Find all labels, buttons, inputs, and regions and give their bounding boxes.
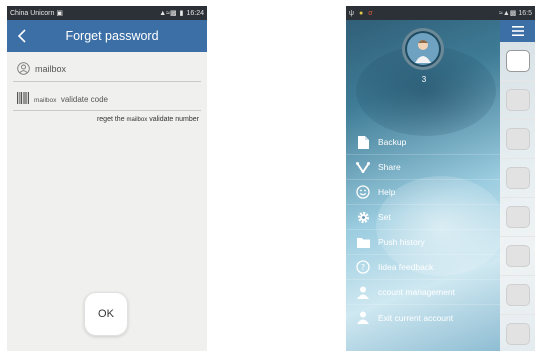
device-thumbnail-icon (505, 245, 530, 267)
usb-icon: ψ (349, 9, 354, 17)
list-item[interactable] (500, 276, 535, 315)
device-thumbnail-icon (505, 50, 530, 72)
share-icon (356, 160, 370, 174)
user-name: 3 (421, 75, 427, 84)
menu-item-share[interactable]: Share (346, 155, 500, 180)
folder-icon (356, 235, 370, 249)
svg-text:?: ? (361, 263, 365, 272)
menu-toggle-button[interactable] (500, 20, 535, 42)
menu-item-account-management[interactable]: ccount management (346, 280, 500, 305)
list-item[interactable] (500, 159, 535, 198)
menu-item-set[interactable]: Set (346, 205, 500, 230)
menu-item-help[interactable]: Help (346, 180, 500, 205)
chevron-left-icon (17, 29, 26, 43)
status-bar: ψ ● σ ≈▲▩ 16:5 (346, 6, 535, 20)
barcode-icon (17, 91, 29, 104)
hamburger-menu-icon (511, 26, 524, 36)
question-icon: ? (356, 260, 370, 274)
list-item[interactable] (500, 120, 535, 159)
device-thumbnail-icon (505, 206, 530, 228)
forget-password-screen: China Unicorn ▣ ▲≈▩ ▮ 16:24 Forget passw… (7, 6, 207, 351)
mailbox-field[interactable]: mailbox (13, 56, 201, 82)
list-item[interactable] (500, 198, 535, 237)
list-item[interactable] (500, 315, 535, 351)
gear-icon (356, 210, 370, 224)
signal-icon: ▲≈▩ (159, 10, 177, 17)
status-bar: China Unicorn ▣ ▲≈▩ ▮ 16:24 (7, 6, 207, 20)
mailbox-label: mailbox (35, 63, 67, 74)
backup-icon (356, 135, 370, 149)
avatar[interactable] (402, 28, 444, 70)
clock-label: 16:5 (518, 10, 532, 17)
person-icon (356, 311, 370, 325)
menu-item-idea-feedback[interactable]: ? Iidea feedback (346, 255, 500, 280)
side-menu-screen: ψ ● σ ≈▲▩ 16:5 3 Backup Share Help Set P… (346, 6, 535, 351)
person-icon (356, 285, 370, 299)
notification-icon: ● (359, 9, 364, 17)
header-bar: Forget password (7, 20, 207, 52)
device-thumbnail-icon (505, 89, 530, 111)
list-item[interactable] (500, 237, 535, 276)
device-thumbnail-icon (505, 323, 530, 345)
menu-item-push-history[interactable]: Push history (346, 230, 500, 255)
validate-code-label: validate code (60, 94, 109, 104)
device-thumbnail-icon (505, 167, 530, 189)
device-thumbnail-icon (505, 128, 530, 150)
device-thumbnail-icon (505, 284, 530, 306)
menu-item-exit-account[interactable]: Exit current account (346, 305, 500, 330)
app-notification-icon: σ (368, 9, 373, 17)
side-menu: Backup Share Help Set Push history ? Iid… (346, 130, 500, 330)
clock-label: 16:24 (186, 9, 204, 17)
validate-code-field[interactable]: mailbox validate code (13, 85, 201, 111)
child-photo-icon (407, 33, 439, 65)
page-title: Forget password (65, 29, 159, 43)
list-item[interactable] (500, 81, 535, 120)
reget-validate-link[interactable]: reget the mailbox validate number (7, 116, 207, 123)
validate-code-label-small: mailbox (34, 96, 57, 104)
back-button[interactable] (12, 26, 30, 46)
sim-icon: ▣ (56, 10, 63, 17)
menu-item-backup[interactable]: Backup (346, 130, 500, 155)
list-item[interactable] (500, 42, 535, 81)
person-outline-icon (17, 62, 30, 75)
carrier-label: China Unicorn (10, 10, 55, 17)
signal-icon: ≈▲▩ (499, 10, 517, 17)
content-preview-strip (500, 20, 535, 351)
battery-icon: ▮ (179, 10, 184, 17)
help-icon (356, 185, 370, 199)
ok-button[interactable]: OK (84, 292, 128, 336)
